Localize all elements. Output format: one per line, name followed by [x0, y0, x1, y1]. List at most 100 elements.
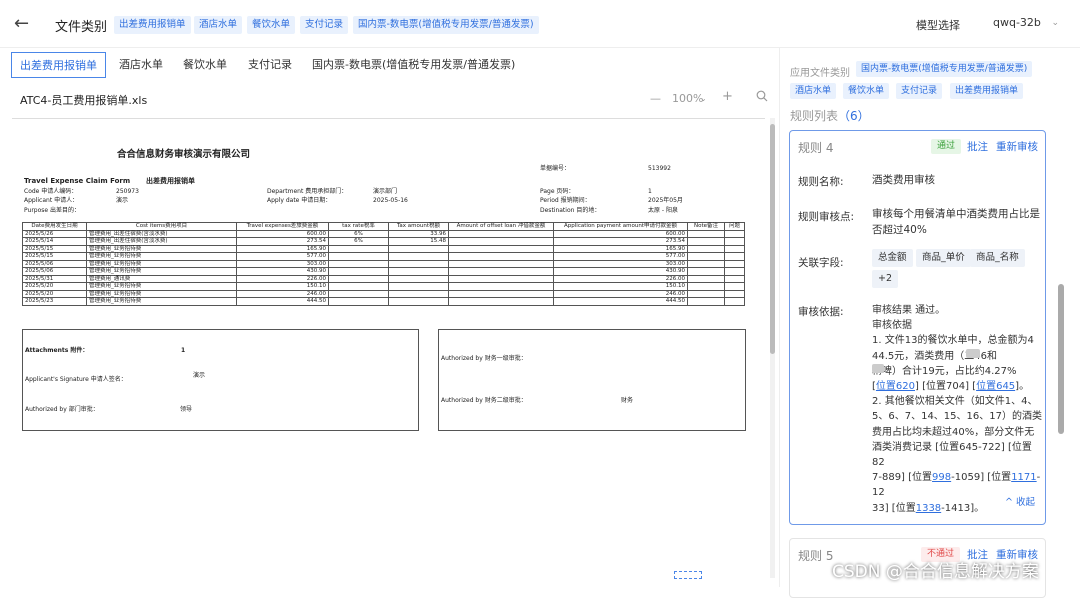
arrow-left-icon[interactable]: ← [14, 14, 34, 34]
category-tag[interactable]: 出差费用报销单 [114, 16, 191, 34]
signature-value: 演示 [193, 372, 206, 379]
position-link[interactable]: 1338 [916, 503, 941, 514]
table-cell [724, 289, 745, 298]
basis-line: 2. 其他餐饮相关文件（如文件1、4、 [872, 396, 1038, 408]
table-cell [724, 282, 745, 291]
basis-line: 精啤）合计19元，占比约4.27% [872, 363, 1017, 377]
chevron-down-icon[interactable]: ⌄ [700, 94, 707, 103]
basis-label: 审核依据: [798, 306, 844, 318]
table-cell: 303.00 [553, 259, 688, 268]
field-tag: 商品_单价 [916, 249, 971, 267]
rules-scrollbar-thumb[interactable] [1058, 284, 1064, 434]
table-cell: 管理费用_业务招待费 [86, 244, 237, 253]
table-cell [388, 259, 449, 268]
annotate-button[interactable]: 批注 [967, 139, 988, 154]
signature-label: Applicant's Signature 申请人签名： [25, 376, 127, 383]
tab-payment[interactable]: 支付记录 [240, 52, 300, 78]
table-row: 2025/5/06 管理费用_业务招待费 430.90 430.90 [22, 267, 745, 276]
file-category-title: 文件类别 [55, 20, 108, 35]
table-cell: 管理费用_出差住宿费(含淡水费) [86, 237, 237, 246]
tab-hotel[interactable]: 酒店水单 [111, 52, 171, 78]
table-cell [448, 274, 554, 283]
model-select-value: qwq-32b [993, 16, 1041, 29]
field-tag-more[interactable]: +2 [872, 270, 899, 288]
table-cell [328, 289, 389, 298]
rule-point-label: 规则审核点: [798, 211, 855, 223]
category-tag[interactable]: 国内票-数电票(增值税专用发票/普通发票) [353, 16, 539, 34]
period-label: Period 报销期间： [540, 197, 591, 204]
department-label: Department 费用承担部门： [267, 188, 348, 195]
zoom-out-button[interactable]: — [650, 92, 661, 105]
collapse-button[interactable]: ^ 收起 [1005, 494, 1035, 508]
rules-panel: 应用文件类别 国内票-数电票(增值税专用发票/普通发票) 酒店水单 餐饮水单 支… [780, 48, 1080, 598]
rule-card[interactable]: 规则 4 通过 批注 重新审核 规则名称: 酒类费用审核 规则审核点: 审核每个… [789, 130, 1046, 525]
model-select-label: 模型选择 [916, 19, 960, 32]
table-cell: 管理费用_业务招待费 [86, 259, 237, 268]
zoom-level[interactable]: 100% [672, 92, 703, 105]
document-preview: 合合信息财务审核演示有限公司 单据编号： 513992 Travel Expen… [12, 118, 765, 576]
apply-category-label: 应用文件类别 [790, 68, 850, 79]
page-value: 1 [648, 188, 652, 195]
table-cell: 2025/5/15 [22, 244, 87, 253]
rule-name-label: 规则名称: [798, 176, 844, 188]
file-toolbar: ATC4-员工费用报销单.xls — 100% ⌄ + [0, 86, 775, 112]
position-link[interactable]: 位置620 [876, 381, 915, 392]
form-no-label: 单据编号： [540, 165, 571, 172]
recheck-button[interactable]: 重新审核 [996, 139, 1038, 154]
table-cell: 2025/5/20 [22, 289, 87, 298]
table-cell: 150.10 [553, 282, 688, 291]
department-value: 演示部门 [373, 188, 398, 195]
basis-line: 审核依据 [872, 320, 912, 332]
fin1-label: Authorized by 财务一级审批： [441, 355, 527, 362]
position-link[interactable]: 1171 [1011, 472, 1036, 483]
purpose-label: Purpose 出差目的： [24, 207, 80, 214]
column-header: Amount of offset loan 冲借款金额 [448, 222, 554, 231]
company-name: 合合信息财务审核演示有限公司 [117, 149, 251, 160]
table-row: 2025/5/20 管理费用_业务招待费 246.00 246.00 [22, 289, 745, 298]
table-cell [687, 274, 725, 283]
position-link[interactable]: 位置645 [976, 381, 1015, 392]
table-row: 2025/5/15 管理费用_业务招待费 165.90 165.90 [22, 244, 745, 253]
table-cell [724, 244, 745, 253]
apply-tag[interactable]: 国内票-数电票(增值税专用发票/普通发票) [856, 61, 1033, 77]
position-link[interactable]: 998 [932, 472, 951, 483]
basis-line: [位置620] [位置704] [位置645]。 [872, 381, 1030, 393]
table-cell: 2025/5/23 [22, 297, 87, 306]
field-tag: 总金额 [872, 249, 913, 267]
code-value: 250973 [116, 188, 139, 195]
apply-tag[interactable]: 出差费用报销单 [950, 83, 1024, 99]
category-tag[interactable]: 酒店水单 [194, 16, 243, 34]
document-scrollbar-thumb[interactable] [770, 124, 775, 354]
model-select[interactable]: qwq-32b ⌄ [985, 10, 1065, 36]
search-icon[interactable] [756, 90, 768, 105]
tab-travel-expense[interactable]: 出差费用报销单 [11, 52, 106, 78]
table-cell: 444.50 [236, 297, 329, 306]
table-cell: 2025/5/31 [22, 274, 87, 283]
category-tag[interactable]: 餐饮水单 [247, 16, 296, 34]
apply-tag[interactable]: 支付记录 [896, 83, 943, 99]
apply-tag[interactable]: 酒店水单 [790, 83, 837, 99]
selection-marker [674, 571, 702, 579]
apply-tag[interactable]: 餐饮水单 [843, 83, 890, 99]
zoom-in-button[interactable]: + [722, 89, 733, 104]
rule-name: 酒类费用审核 [872, 174, 935, 186]
table-cell [687, 297, 725, 306]
tab-dining[interactable]: 餐饮水单 [175, 52, 235, 78]
form-title-cn: 出差费用报销单 [146, 177, 195, 185]
apply-date-value: 2025-05-16 [373, 197, 408, 204]
category-tag[interactable]: 支付记录 [300, 16, 349, 34]
table-cell: 2025/5/26 [22, 229, 87, 238]
dept-auth-label: Authorized by 部门审批： [25, 406, 99, 413]
chevron-down-icon: ⌄ [1051, 18, 1059, 28]
table-cell: 管理费用_业务招待费 [86, 252, 237, 261]
table-cell [328, 282, 389, 291]
table-cell [724, 259, 745, 268]
table-cell: 6% [328, 229, 389, 238]
table-cell: 273.54 [236, 237, 329, 246]
page-label: Page 页码： [540, 188, 575, 195]
table-cell: 600.00 [236, 229, 329, 238]
destination-label: Destination 目的地： [540, 207, 601, 214]
attachments-label: Attachments 附件： [25, 347, 89, 354]
table-cell [388, 244, 449, 253]
tab-invoice[interactable]: 国内票-数电票(增值税专用发票/普通发票) [304, 52, 523, 78]
